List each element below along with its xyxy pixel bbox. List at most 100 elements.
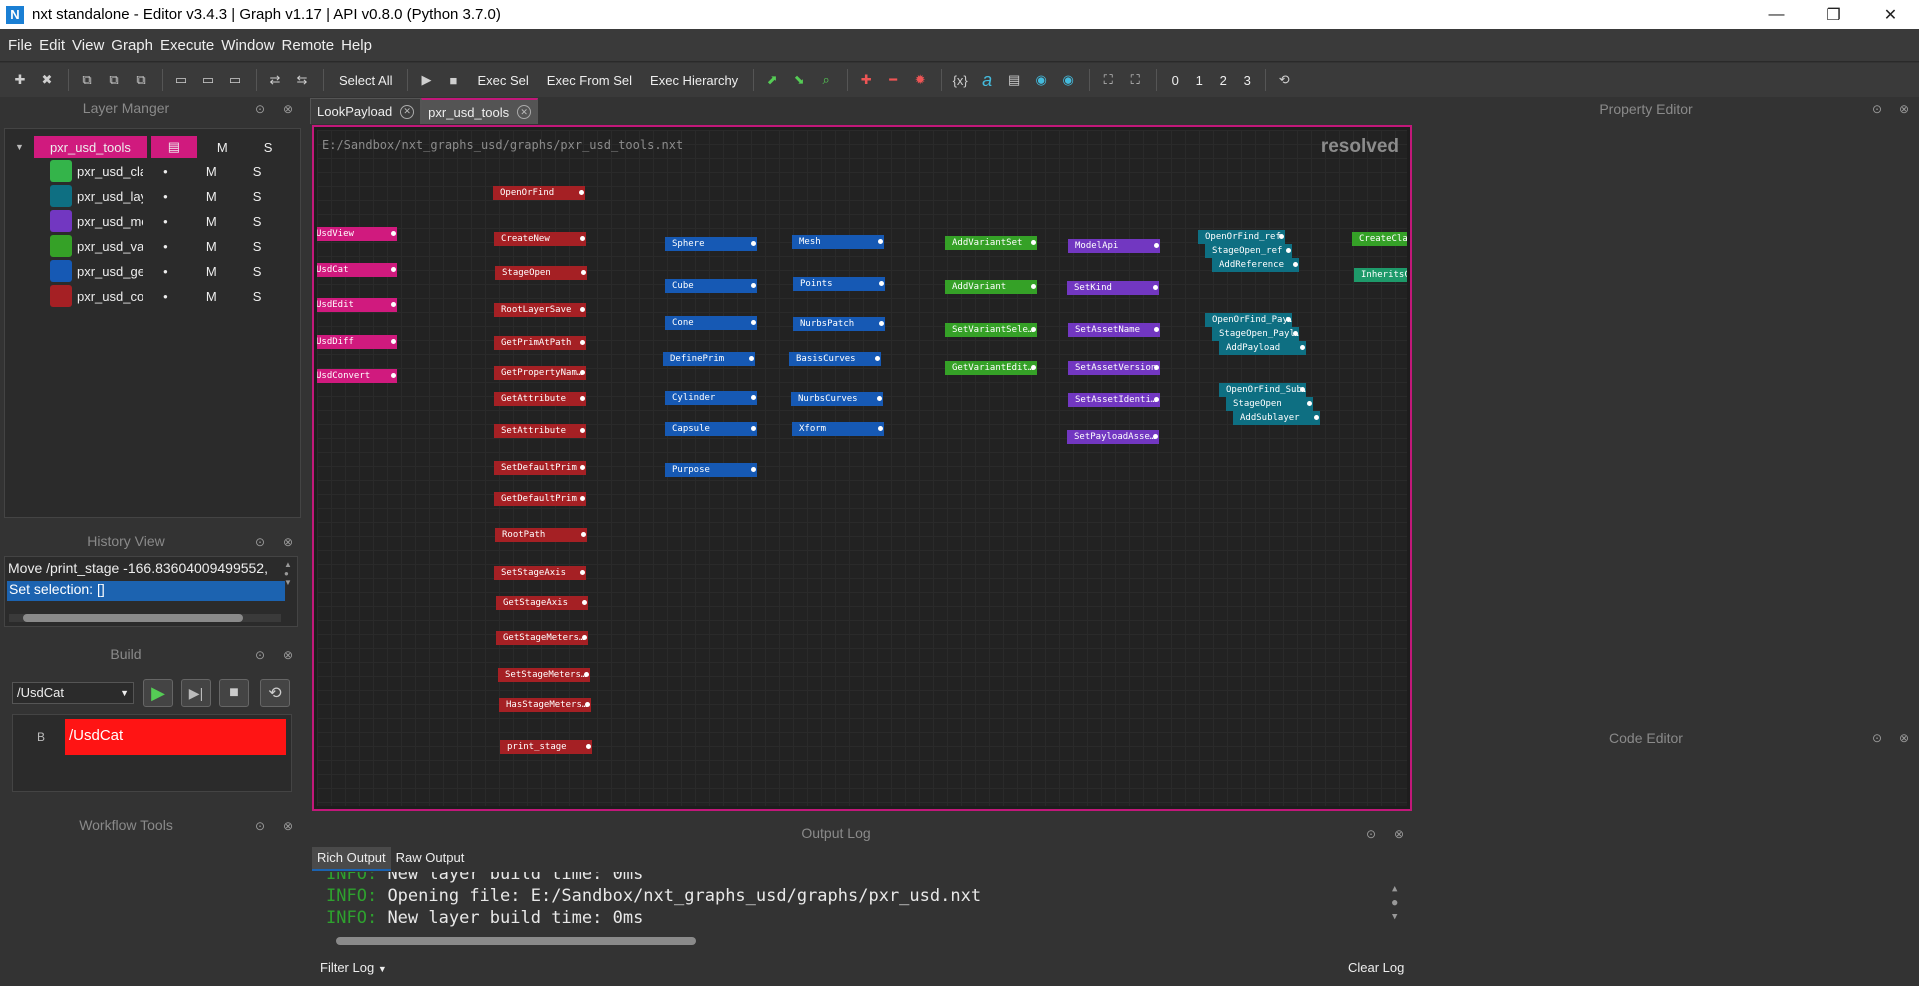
build-row-value[interactable]: /UsdCat	[65, 719, 286, 755]
frame-all-icon[interactable]: ⛶	[1096, 68, 1120, 92]
close-tab-icon[interactable]: ✕	[517, 105, 532, 119]
graph-node[interactable]: SetAttribute	[494, 424, 586, 438]
float-icon[interactable]: ⊙	[1872, 731, 1882, 745]
layer-color-swatch[interactable]	[50, 160, 72, 182]
instance-icon[interactable]: ⧉	[102, 68, 126, 92]
vertical-scrollbar[interactable]: ▲ ● ▼	[284, 560, 294, 610]
code-icon[interactable]: {x}	[948, 68, 972, 92]
close-tab-icon[interactable]: ✕	[400, 104, 415, 119]
close-panel-icon[interactable]: ⊗	[1394, 827, 1404, 841]
close-panel-icon[interactable]: ⊗	[1899, 102, 1909, 116]
graph-node[interactable]: UsdDiff	[317, 335, 397, 349]
visibility-dot-icon[interactable]: ●	[163, 242, 168, 251]
copy-icon[interactable]: ▭	[196, 68, 220, 92]
graph-node[interactable]: OpenOrFind_Sub…	[1219, 383, 1306, 397]
layer-row[interactable]: pxr_usd_mo ● M S	[5, 209, 300, 233]
visibility-dot-icon[interactable]: ●	[163, 292, 168, 301]
solo-toggle[interactable]: S	[253, 239, 262, 254]
layer-color-swatch[interactable]	[50, 185, 72, 207]
graph-node[interactable]: Points	[793, 277, 885, 291]
graph-node[interactable]: SetAssetIdenti…	[1068, 393, 1160, 407]
layer-row[interactable]: pxr_usd_cla ● M S	[5, 159, 300, 183]
cut-icon[interactable]: ▭	[169, 68, 193, 92]
graph-node[interactable]: Purpose	[665, 463, 757, 477]
paste-icon[interactable]: ▭	[223, 68, 247, 92]
solo-toggle[interactable]: S	[253, 189, 262, 204]
view-alt-icon[interactable]: ◉	[1056, 68, 1080, 92]
graph-node[interactable]: OpenOrFind_Pay…	[1205, 313, 1292, 327]
horizontal-scrollbar[interactable]	[336, 937, 696, 945]
mute-toggle[interactable]: M	[206, 239, 217, 254]
graph-node[interactable]: AddPayload	[1219, 341, 1306, 355]
solo-toggle[interactable]: S	[253, 289, 262, 304]
graph-node[interactable]: GetStageAxis	[496, 596, 588, 610]
layer-2-button[interactable]: 2	[1211, 73, 1235, 88]
stop-build-button[interactable]: ■	[219, 679, 249, 707]
view-icon[interactable]: ◉	[1029, 68, 1053, 92]
graph-node[interactable]: GetVariantEdit…	[945, 361, 1037, 375]
graph-node[interactable]: GetAttribute	[494, 392, 586, 406]
graph-node[interactable]: DefinePrim	[663, 352, 755, 366]
tab-rich-output[interactable]: Rich Output	[312, 847, 391, 871]
graph-node[interactable]: HasStageMeters…	[499, 698, 591, 712]
graph-node[interactable]: Cube	[665, 279, 757, 293]
exec-from-sel-button[interactable]: Exec From Sel	[547, 73, 632, 88]
graph-node[interactable]: CreateNew	[494, 232, 586, 246]
graph-node[interactable]: StageOpen_ref	[1205, 244, 1292, 258]
archive-icon[interactable]: ▤	[1002, 68, 1026, 92]
graph-node[interactable]: print_stage	[500, 740, 592, 754]
float-icon[interactable]: ⊙	[1872, 102, 1882, 116]
solo-toggle[interactable]: S	[253, 264, 262, 279]
layer-color-swatch[interactable]	[50, 260, 72, 282]
solo-toggle[interactable]: S	[253, 164, 262, 179]
menu-window[interactable]: Window	[221, 37, 274, 54]
close-panel-icon[interactable]: ⊗	[283, 535, 293, 549]
mute-toggle[interactable]: M	[206, 264, 217, 279]
menu-view[interactable]: View	[72, 37, 104, 54]
remove-breakpoint-icon[interactable]: ━	[881, 68, 905, 92]
stop-icon[interactable]: ■	[441, 68, 465, 92]
graph-node[interactable]: Cone	[665, 316, 757, 330]
find-start-point-icon[interactable]: ⌕	[814, 68, 838, 92]
graph-node[interactable]: Xform	[792, 422, 884, 436]
visibility-dot-icon[interactable]: ●	[163, 267, 168, 276]
add-breakpoint-icon[interactable]: ✚	[854, 68, 878, 92]
graph-node[interactable]: StageOpen_Payl…	[1212, 327, 1299, 341]
graph-node[interactable]: GetStageMeters…	[496, 631, 588, 645]
graph-canvas[interactable]: E:/Sandbox/nxt_graphs_usd/graphs/pxr_usd…	[317, 130, 1407, 806]
graph-node[interactable]: GetPropertyNam…	[494, 366, 586, 380]
collapse-arrow-icon[interactable]: ▼	[15, 142, 24, 152]
graph-node[interactable]: UsdConvert	[317, 369, 397, 383]
localize-icon[interactable]: ⇄	[263, 68, 287, 92]
clear-breakpoints-icon[interactable]: ✹	[908, 68, 932, 92]
delete-node-icon[interactable]: ✖	[35, 68, 59, 92]
graph-node[interactable]: GetDefaultPrim	[494, 492, 586, 506]
graph-node[interactable]: GetPrimAtPath	[494, 336, 586, 350]
close-panel-icon[interactable]: ⊗	[283, 819, 293, 833]
add-node-icon[interactable]: ✚	[8, 68, 32, 92]
exec-sel-button[interactable]: Exec Sel	[477, 73, 528, 88]
play-icon[interactable]: ▶	[414, 68, 438, 92]
graph-node[interactable]: UsdEdit	[317, 298, 397, 312]
graph-node[interactable]: OpenOrFind	[493, 186, 585, 200]
graph-node[interactable]: SetStageMeters…	[498, 668, 590, 682]
select-all-button[interactable]: Select All	[339, 73, 392, 88]
layer-3-button[interactable]: 3	[1235, 73, 1259, 88]
graph-node[interactable]: SetPayloadAsse…	[1067, 430, 1159, 444]
menu-edit[interactable]: Edit	[39, 37, 65, 54]
graph-node[interactable]: SetKind	[1067, 281, 1159, 295]
graph-node[interactable]: AddVariant	[945, 280, 1037, 294]
graph-node[interactable]: SetAssetVersion	[1068, 361, 1160, 375]
graph-node[interactable]: ModelApi	[1068, 239, 1160, 253]
remove-instance-icon[interactable]: ⧉	[129, 68, 153, 92]
horizontal-scrollbar[interactable]	[9, 614, 281, 622]
vertical-scrollbar[interactable]: ▲ ● ▼	[1392, 882, 1402, 924]
graph-node[interactable]: BasisCurves	[789, 352, 881, 366]
layer-0-button[interactable]: 0	[1163, 73, 1187, 88]
layer-row[interactable]: pxr_usd_co ● M S	[5, 284, 300, 308]
graph-node[interactable]: Mesh	[792, 235, 884, 249]
graph-node[interactable]: CreateClas…	[1352, 232, 1407, 246]
graph-node[interactable]: StageOpen	[495, 266, 587, 280]
mute-toggle[interactable]: M	[206, 214, 217, 229]
exec-hierarchy-button[interactable]: Exec Hierarchy	[650, 73, 738, 88]
